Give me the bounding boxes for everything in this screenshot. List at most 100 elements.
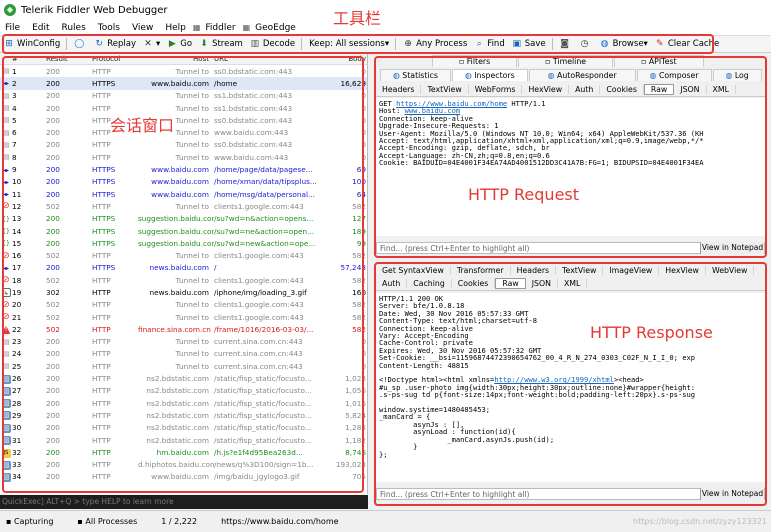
- table-row[interactable]: ▤ 1 200 HTTP Tunnel to ss0.bdstatic.com:443 0: [0, 65, 367, 77]
- subtab-cookies[interactable]: Cookies: [452, 279, 496, 288]
- subtab-textview[interactable]: TextView: [421, 85, 469, 94]
- toolbar-timer-button[interactable]: ◷: [580, 39, 593, 49]
- request-find-input[interactable]: Find... (press Ctrl+Enter to highlight a…: [377, 244, 700, 253]
- column-header-num[interactable]: #: [12, 55, 40, 63]
- column-header-host[interactable]: Host: [138, 55, 214, 63]
- tab-autoresponder[interactable]: ◍ AutoResponder: [528, 69, 636, 81]
- table-row[interactable]: ▤ 24 200 HTTP Tunnel to current.sina.com.cn:4…: [0, 348, 367, 360]
- tab-statistics[interactable]: ◍ Statistics: [380, 69, 451, 81]
- table-row[interactable]: {} 14 200 HTTPS suggestion.baidu.com/su?wd=n…: [0, 225, 367, 237]
- table-row[interactable]: JS 32 200 HTTP hm.baidu.com/h.js?e1f4d95Bea2…: [0, 446, 367, 458]
- subtab-transformer[interactable]: Transformer: [451, 265, 511, 275]
- subtab-cookies[interactable]: Cookies: [600, 85, 644, 94]
- menu-item-rules[interactable]: Rules: [62, 23, 86, 33]
- column-header-result[interactable]: Result: [40, 55, 88, 63]
- table-row[interactable]: ▨ 29 200 HTTP ns2.bdstatic.com/static/fisp_s…: [0, 409, 367, 421]
- subtab-xml[interactable]: XML: [707, 85, 736, 94]
- table-row[interactable]: ↳ 19 302 HTTP news.baidu.com/iphone/img/load…: [0, 286, 367, 298]
- table-row[interactable]: ⊘ 16 502 HTTP Tunnel to clients1.google.com:4…: [0, 249, 367, 261]
- table-row[interactable]: {} 15 200 HTTPS suggestion.baidu.com/su?wd=n…: [0, 237, 367, 249]
- toolbar-clear-cache-button[interactable]: ✎ Clear Cache: [655, 39, 719, 49]
- subtab-webview[interactable]: WebView: [706, 265, 755, 275]
- table-row[interactable]: ⊘ 12 502 HTTP Tunnel to clients1.google.com:4…: [0, 200, 367, 212]
- tab-log[interactable]: ◍ Log: [712, 69, 762, 81]
- table-row[interactable]: ▨ 31 200 HTTP ns2.bdstatic.com/static/fisp_s…: [0, 434, 367, 446]
- toolbar-find-button[interactable]: ⌕ Find: [474, 39, 505, 49]
- table-row[interactable]: ◂▸ 2 200 HTTPS www.baidu.com/home 16,629: [0, 77, 367, 90]
- subtab-json[interactable]: JSON: [674, 85, 707, 94]
- table-row[interactable]: ◂▸ 11 200 HTTPS www.baidu.com/home/msg/data/…: [0, 188, 367, 200]
- table-row[interactable]: ▤ 8 200 HTTP Tunnel to www.baidu.com:443 0: [0, 151, 367, 163]
- subtab-headers[interactable]: Headers: [376, 85, 422, 94]
- toolbar-winconfig-button[interactable]: ⊞ WinConfig: [4, 39, 60, 49]
- table-row[interactable]: ⊘ 21 502 HTTP Tunnel to clients1.google.com:4…: [0, 311, 367, 323]
- column-header-url[interactable]: URL: [214, 55, 332, 63]
- subtab-get-syntaxview[interactable]: Get SyntaxView: [376, 265, 451, 275]
- menu-item-geoedge[interactable]: GeoEdge: [255, 23, 296, 33]
- toolbar-remove-button[interactable]: ✕ ▾: [143, 39, 160, 49]
- tab-inspectors[interactable]: ◍ Inspectors: [451, 69, 528, 81]
- menu-item-help[interactable]: Help: [165, 23, 186, 33]
- menu-item-fiddler[interactable]: Fiddler: [205, 23, 235, 33]
- subtab-auth[interactable]: Auth: [569, 85, 601, 94]
- tab-filters[interactable]: ▫ Filters: [432, 55, 518, 67]
- subtab-json[interactable]: JSON: [526, 279, 558, 288]
- table-row[interactable]: ⊘ 18 502 HTTP Tunnel to clients1.google.com:4…: [0, 274, 367, 286]
- table-row[interactable]: ▨ 27 200 HTTP ns2.bdstatic.com/static/fisp_s…: [0, 385, 367, 397]
- toolbar-browse-button[interactable]: ◍ Browse ▾: [600, 39, 648, 49]
- capturing-indicator[interactable]: ▪ Capturing: [6, 517, 53, 526]
- subtab-hexview[interactable]: HexView: [522, 85, 570, 94]
- table-row[interactable]: {} 13 200 HTTPS suggestion.baidu.com/su?wd=n…: [0, 213, 367, 225]
- table-row[interactable]: ◂▸ 17 200 HTTPS news.baidu.com / 57,243: [0, 262, 367, 274]
- subtab-imageview[interactable]: ImageView: [603, 265, 660, 275]
- table-row[interactable]: ◂▸ 9 200 HTTPS www.baidu.com/home/page/data/…: [0, 163, 367, 175]
- menu-item-file[interactable]: File: [5, 23, 20, 33]
- table-row[interactable]: ! 22 502 HTTP finance.sina.com.cn/frame/1016…: [0, 323, 367, 335]
- table-row[interactable]: ▨ 28 200 HTTP ns2.bdstatic.com/static/fisp_s…: [0, 397, 367, 409]
- table-row[interactable]: ▨ 33 200 HTTP d.hiphotos.baidu.com/news/q%3D…: [0, 459, 367, 471]
- toolbar-any-process-button[interactable]: ⊕ Any Process: [403, 39, 467, 49]
- subtab-webforms[interactable]: WebForms: [469, 85, 523, 94]
- table-row[interactable]: ▨ 26 200 HTTP ns2.bdstatic.com/static/fisp_s…: [0, 372, 367, 384]
- subtab-raw[interactable]: Raw: [643, 84, 675, 95]
- table-row[interactable]: ▤ 3 200 HTTP Tunnel to ss1.bdstatic.com:443 0: [0, 90, 367, 102]
- table-row[interactable]: ▤ 5 200 HTTP Tunnel to ss0.bdstatic.com:443 0: [0, 114, 367, 126]
- toolbar-decode-button[interactable]: ▥ Decode: [250, 39, 296, 49]
- subtab-headers[interactable]: Headers: [511, 265, 557, 275]
- table-row[interactable]: ▤ 23 200 HTTP Tunnel to current.sina.com.cn:4…: [0, 336, 367, 348]
- process-filter[interactable]: ▪ All Processes: [77, 517, 137, 526]
- column-header-body[interactable]: Body: [332, 55, 367, 63]
- toolbar-stream-button[interactable]: ⬇ Stream: [199, 39, 243, 49]
- toolbar-save-button[interactable]: ▣ Save: [512, 39, 545, 49]
- menu-item-edit[interactable]: Edit: [32, 23, 49, 33]
- toolbar-replay-button[interactable]: ↻ Replay: [94, 39, 136, 49]
- menu-item-tools[interactable]: Tools: [98, 23, 120, 33]
- request-view-notepad-button[interactable]: View in Notepad: [700, 242, 764, 254]
- quickexec-input[interactable]: QuickExec] ALT+Q > type HELP to learn mo…: [0, 495, 368, 509]
- table-row[interactable]: ▤ 25 200 HTTP Tunnel to current.sina.com.cn:4…: [0, 360, 367, 372]
- response-view-notepad-button[interactable]: View in Notepad: [700, 488, 764, 500]
- toolbar-keep-all-sessions-button[interactable]: Keep: All sessions ▾: [309, 39, 389, 49]
- subtab-raw[interactable]: Raw: [495, 278, 526, 289]
- sessions-list[interactable]: ▤ 1 200 HTTP Tunnel to ss0.bdstatic.com:443 0 ◂…: [0, 65, 367, 483]
- table-row[interactable]: ▤ 7 200 HTTP Tunnel to ss0.bdstatic.com:443 0: [0, 139, 367, 151]
- subtab-hexview[interactable]: HexView: [659, 265, 706, 275]
- table-row[interactable]: ▤ 6 200 HTTP Tunnel to www.baidu.com:443 0: [0, 126, 367, 138]
- subtab-xml[interactable]: XML: [558, 279, 588, 288]
- response-find-input[interactable]: Find... (press Ctrl+Enter to highlight a…: [377, 490, 700, 499]
- subtab-auth[interactable]: Auth: [376, 279, 408, 288]
- tab-apitest[interactable]: ▫ APITest: [614, 55, 704, 67]
- toolbar-go-button[interactable]: ▶ Go: [167, 39, 192, 49]
- subtab-caching[interactable]: Caching: [407, 279, 452, 288]
- subtab-textview[interactable]: TextView: [556, 265, 604, 275]
- table-row[interactable]: ▤ 4 200 HTTP Tunnel to ss1.bdstatic.com:443 0: [0, 102, 367, 114]
- column-header-protocol[interactable]: Protocol: [88, 55, 138, 63]
- table-row[interactable]: ▨ 30 200 HTTP ns2.bdstatic.com/static/fisp_s…: [0, 422, 367, 434]
- tab-timeline[interactable]: ▫ Timeline: [518, 55, 614, 67]
- toolbar-camera-button[interactable]: ◙: [560, 39, 573, 49]
- table-row[interactable]: ▨ 34 200 HTTP www.baidu.com/img/baidu_jgylog…: [0, 471, 367, 483]
- table-row[interactable]: ⊘ 20 502 HTTP Tunnel to clients1.google.com:4…: [0, 299, 367, 311]
- toolbar-comment-button[interactable]: ◯: [74, 39, 87, 49]
- table-row[interactable]: ◂▸ 10 200 HTTPS www.baidu.com/home/xman/data…: [0, 176, 367, 188]
- tab-composer[interactable]: ◍ Composer: [636, 69, 712, 81]
